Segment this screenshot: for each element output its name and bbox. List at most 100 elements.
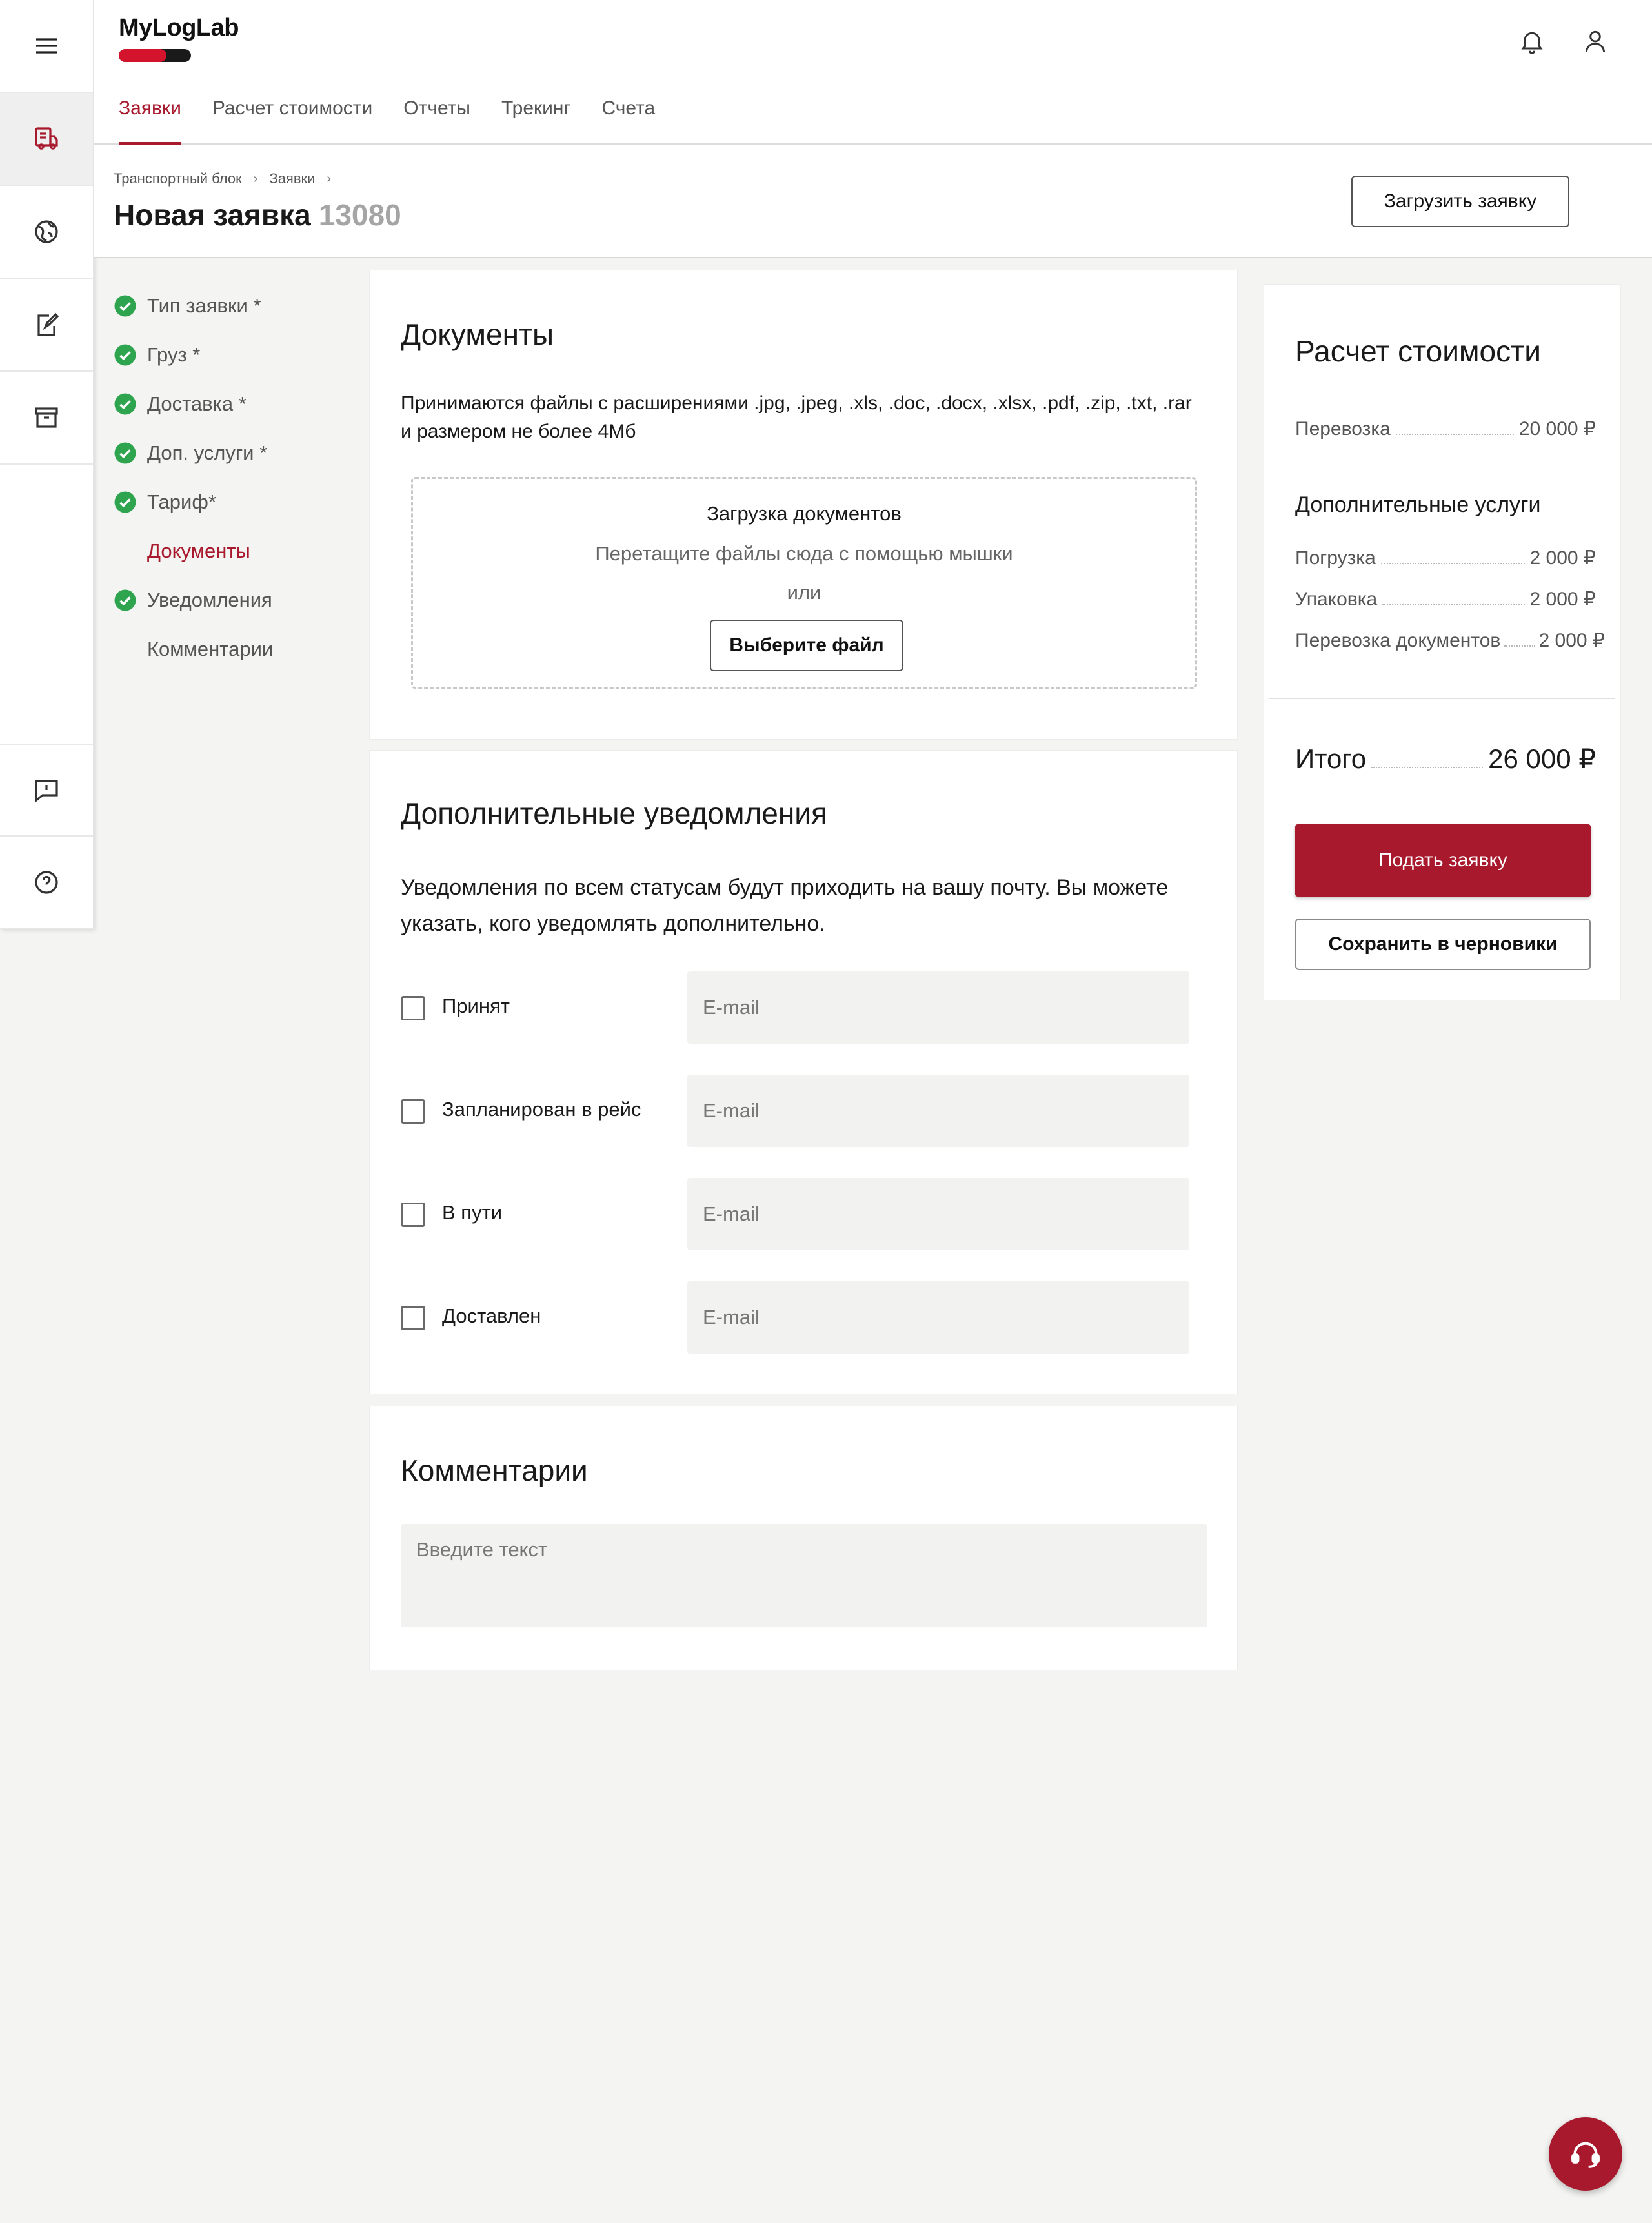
cost-line-doc-transport: Перевозка документов 2 000 ₽ <box>1295 629 1605 652</box>
notifications-button[interactable] <box>1514 23 1550 59</box>
checkbox-scheduled[interactable] <box>401 1099 425 1124</box>
rail-item-archive[interactable] <box>0 372 93 465</box>
globe-icon <box>35 220 58 243</box>
section-title: Дополнительные уведомления <box>401 797 827 830</box>
section-title: Комментарии <box>401 1454 588 1487</box>
truck-document-icon <box>35 127 58 150</box>
notifications-description: Уведомления по всем статусам будут прихо… <box>401 875 1169 936</box>
rail-item-feedback[interactable] <box>0 744 93 837</box>
breadcrumb: Транспортный блок › Заявки › <box>114 170 343 187</box>
icon-rail <box>0 0 94 929</box>
profile-button[interactable] <box>1577 23 1613 59</box>
feedback-icon <box>35 780 58 803</box>
step-extra-services[interactable]: Доп. услуги * <box>114 429 273 478</box>
cost-label: Перевозка <box>1295 418 1391 440</box>
archive-icon <box>35 407 58 428</box>
step-delivery[interactable]: Доставка * <box>114 380 273 429</box>
step-label: Тип заявки * <box>147 294 261 317</box>
step-label: Доставка * <box>147 392 247 415</box>
edit-document-icon <box>37 312 59 336</box>
menu-button[interactable] <box>0 0 93 93</box>
checkbox-accepted[interactable] <box>401 996 425 1020</box>
notifications-section: Дополнительные уведомления Уведомления п… <box>369 750 1238 1394</box>
check-circle-icon <box>114 295 136 317</box>
request-number: 13080 <box>318 198 401 232</box>
rail-item-globe[interactable] <box>0 186 93 279</box>
logo-mark <box>119 49 191 62</box>
choose-file-button[interactable]: Выберите файл <box>710 620 903 671</box>
cost-line-transport: Перевозка 20 000 ₽ <box>1295 418 1596 440</box>
comment-textarea[interactable]: Введите текст <box>401 1524 1207 1627</box>
tab-tracking[interactable]: Трекинг <box>501 96 570 145</box>
cost-label: Упаковка <box>1295 589 1378 610</box>
step-documents[interactable]: Документы <box>114 527 273 576</box>
user-icon <box>1585 30 1606 52</box>
dropzone-or: или <box>787 581 821 604</box>
divider <box>1269 698 1615 699</box>
breadcrumb-item-transport[interactable]: Транспортный блок <box>114 170 242 187</box>
cost-value: 2 000 ₽ <box>1529 589 1597 610</box>
step-label: Документы <box>147 540 250 562</box>
checkbox-label: Запланирован в рейс <box>442 1098 641 1121</box>
steps-nav: Тип заявки * Груз * Доставка * Доп. услу… <box>114 281 273 674</box>
extra-services-title: Дополнительные услуги <box>1295 492 1541 517</box>
cost-label: Погрузка <box>1295 547 1376 569</box>
headset-icon <box>1571 2142 1600 2168</box>
logo[interactable]: MyLogLab <box>119 14 239 62</box>
rail-item-requests[interactable] <box>0 93 93 186</box>
cost-panel: Расчет стоимости Перевозка 20 000 ₽ Допо… <box>1264 284 1621 1000</box>
dropzone-hint: Перетащите файлы сюда с помощью мышки <box>595 542 1013 565</box>
rail-item-help[interactable] <box>0 837 93 929</box>
breadcrumb-item-requests[interactable]: Заявки <box>269 170 315 187</box>
chevron-right-icon: › <box>253 171 258 186</box>
documents-description: Принимаются файлы с расширениями .jpg, .… <box>401 392 1192 442</box>
page-title: Новая заявка 13080 <box>114 198 401 232</box>
support-button[interactable] <box>1549 2117 1622 2191</box>
notification-row-in-transit: В пути E-mail <box>401 1178 1214 1250</box>
help-icon <box>35 871 58 894</box>
logo-text: MyLogLab <box>119 14 239 41</box>
step-cargo[interactable]: Груз * <box>114 330 273 380</box>
cost-title: Расчет стоимости <box>1295 334 1541 368</box>
cost-line-packing: Упаковка 2 000 ₽ <box>1295 588 1596 611</box>
save-draft-button[interactable]: Сохранить в черновики <box>1295 919 1591 970</box>
step-label: Комментарии <box>147 638 274 660</box>
bell-icon <box>1521 32 1543 54</box>
notification-row-accepted: Принят E-mail <box>401 971 1214 1044</box>
step-tariff[interactable]: Тариф* <box>114 478 273 527</box>
dropzone-title: Загрузка документов <box>707 502 902 525</box>
cost-value: 2 000 ₽ <box>1529 547 1597 569</box>
tab-invoices[interactable]: Счета <box>601 96 655 145</box>
chevron-right-icon: › <box>327 171 332 186</box>
notification-row-scheduled: Запланирован в рейс E-mail <box>401 1075 1214 1147</box>
cost-label: Перевозка документов <box>1295 630 1501 651</box>
page-title-text: Новая заявка <box>114 198 311 232</box>
checkbox-in-transit[interactable] <box>401 1203 425 1227</box>
menu-icon <box>36 38 57 54</box>
step-request-type[interactable]: Тип заявки * <box>114 281 273 330</box>
email-input-in-transit[interactable]: E-mail <box>687 1178 1189 1250</box>
email-input-delivered[interactable]: E-mail <box>687 1281 1189 1354</box>
tab-requests[interactable]: Заявки <box>119 96 181 146</box>
file-dropzone[interactable]: Загрузка документов Перетащите файлы сюд… <box>411 477 1197 689</box>
email-input-accepted[interactable]: E-mail <box>687 971 1189 1044</box>
cost-value: 20 000 ₽ <box>1518 418 1596 440</box>
step-comments[interactable]: Комментарии <box>114 625 273 674</box>
step-notifications[interactable]: Уведомления <box>114 576 273 625</box>
check-circle-icon <box>114 491 136 513</box>
total-value: 26 000 ₽ <box>1488 744 1596 774</box>
email-input-scheduled[interactable]: E-mail <box>687 1075 1189 1147</box>
main-tabs: Заявки Расчет стоимости Отчеты Трекинг С… <box>119 96 686 146</box>
step-label: Груз * <box>147 343 201 366</box>
section-title: Документы <box>401 318 554 351</box>
rail-item-edit[interactable] <box>0 279 93 372</box>
tab-reports[interactable]: Отчеты <box>403 96 470 145</box>
submit-request-button[interactable]: Подать заявку <box>1295 824 1591 897</box>
check-circle-icon <box>114 344 136 366</box>
checkbox-delivered[interactable] <box>401 1306 425 1330</box>
total-line: Итого 26 000 ₽ <box>1295 743 1596 775</box>
page-header: Транспортный блок › Заявки › Новая заявк… <box>94 145 1652 258</box>
tab-cost-calculation[interactable]: Расчет стоимости <box>212 96 372 145</box>
check-circle-icon <box>114 442 136 464</box>
upload-request-button[interactable]: Загрузить заявку <box>1351 176 1569 227</box>
